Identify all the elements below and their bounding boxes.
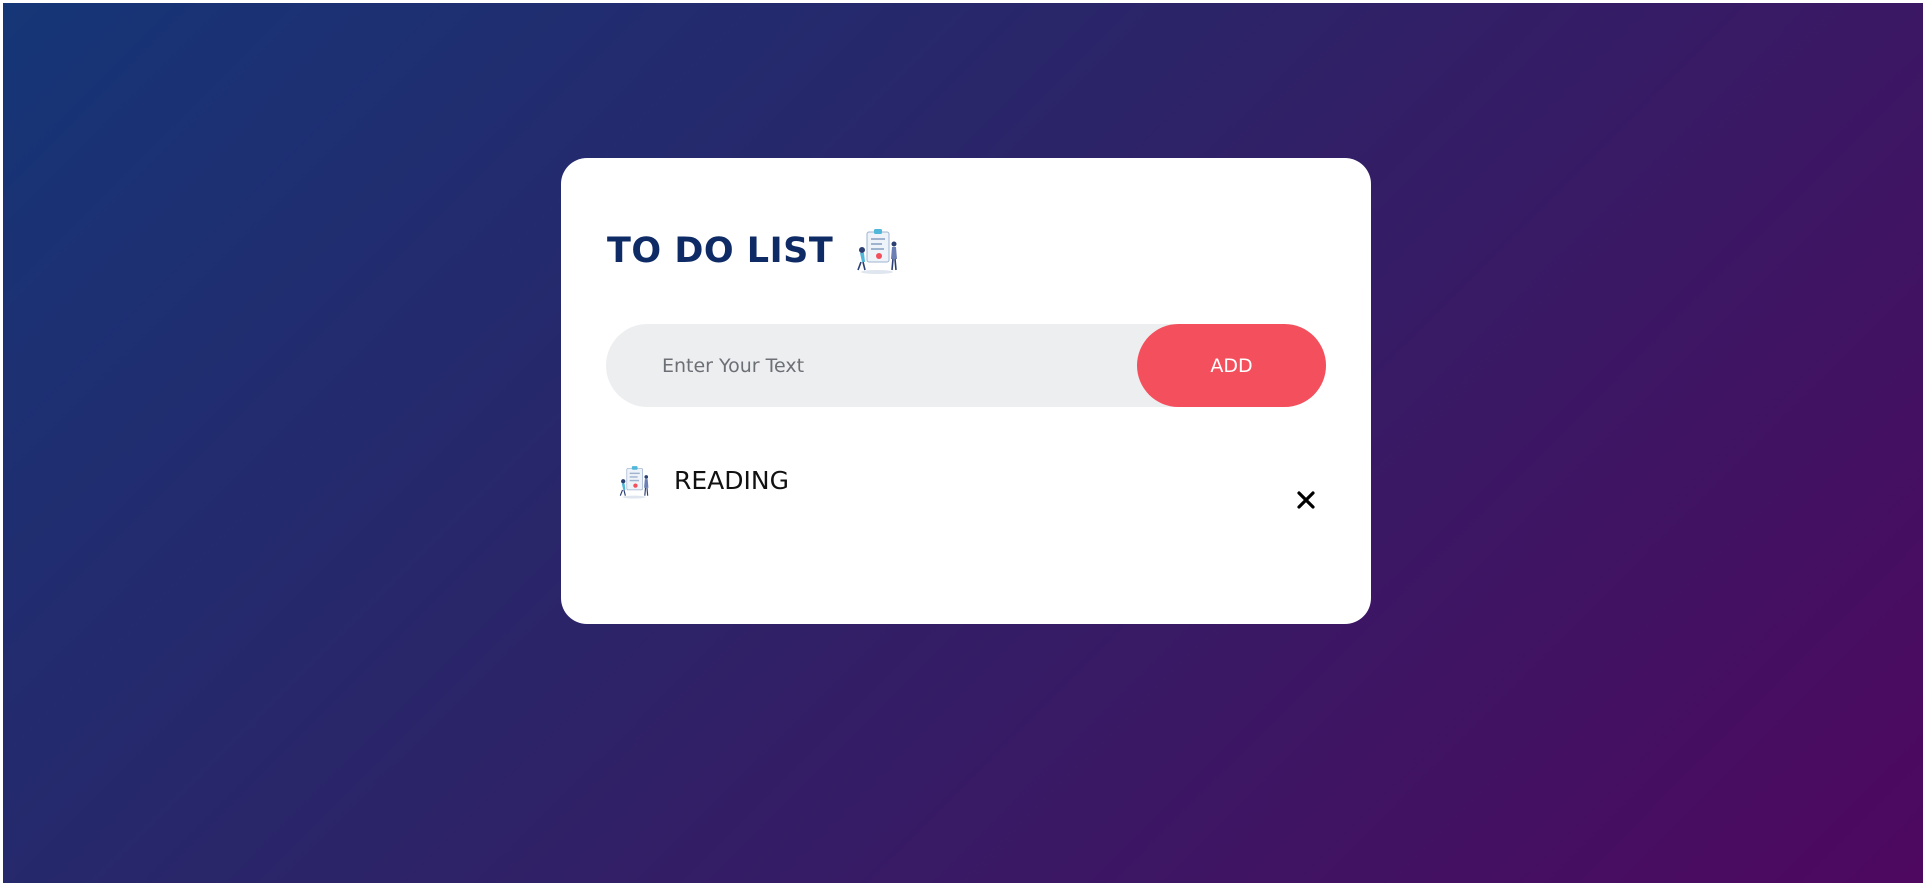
add-task-row: ADD xyxy=(606,324,1326,407)
todo-card: TO DO LIST Enter Your Text ADD READING xyxy=(561,158,1371,624)
page-background: TO DO LIST Enter Your Text ADD READING xyxy=(0,0,1923,886)
todo-illustration-icon xyxy=(853,226,901,276)
task-input[interactable] xyxy=(606,324,1137,407)
task-list: READING xyxy=(616,458,1326,528)
task-label: READING xyxy=(674,466,789,495)
list-item[interactable]: READING xyxy=(616,458,1326,528)
add-button[interactable]: ADD xyxy=(1137,324,1326,407)
page-title: TO DO LIST xyxy=(607,231,834,271)
todo-illustration-icon[interactable] xyxy=(616,464,652,500)
delete-task-button[interactable] xyxy=(1290,484,1322,516)
close-icon xyxy=(1297,491,1315,509)
header: TO DO LIST xyxy=(607,226,901,276)
